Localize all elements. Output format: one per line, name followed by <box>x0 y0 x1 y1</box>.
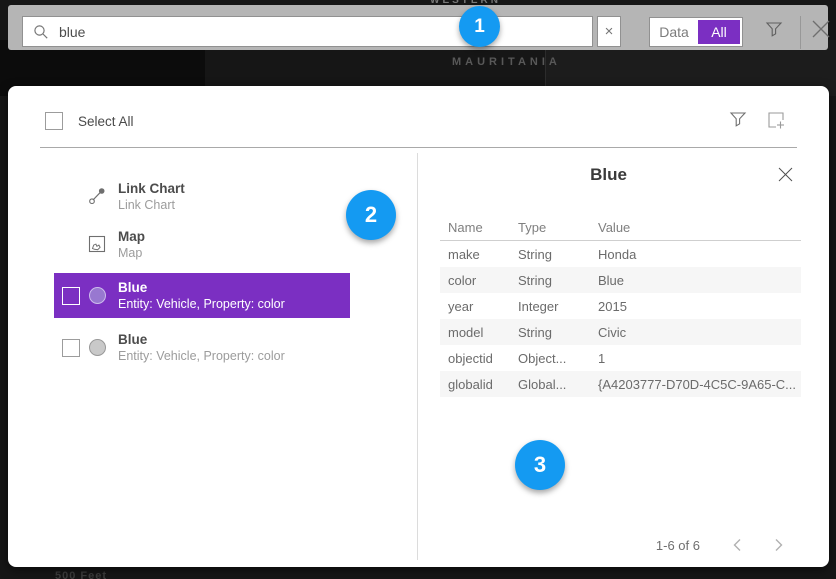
cell-value: Civic <box>598 325 801 340</box>
table-row: model String Civic <box>440 319 801 345</box>
search-toolbar: × Data All <box>8 5 828 50</box>
result-item-map[interactable]: Map Map <box>54 222 350 266</box>
result-item-blue-selected[interactable]: Blue Entity: Vehicle, Property: color <box>54 273 350 318</box>
toggle-option-all[interactable]: All <box>698 20 740 44</box>
chevron-right-icon[interactable] <box>770 537 786 553</box>
cell-value: 2015 <box>598 299 801 314</box>
result-subtitle: Link Chart <box>118 197 185 213</box>
cell-type: String <box>518 273 598 288</box>
result-item-link-chart[interactable]: Link Chart Link Chart <box>54 174 350 218</box>
table-row: globalid Global... {A4203777-D70D-4C5C-9… <box>440 371 801 397</box>
search-icon <box>33 24 49 40</box>
result-title: Blue <box>118 279 285 296</box>
screen: WESTERN MAURITANIA 500 Feet × Data All 1… <box>0 0 836 579</box>
entity-circle-icon <box>88 287 106 305</box>
toggle-option-data[interactable]: Data <box>650 24 698 40</box>
toolbar-divider <box>800 16 801 49</box>
result-checkbox[interactable] <box>62 339 80 357</box>
result-checkbox[interactable] <box>62 287 80 305</box>
detail-close-icon[interactable] <box>777 166 794 183</box>
column-value: Value <box>598 220 801 235</box>
map-scale-label: 500 Feet <box>55 570 107 579</box>
result-title: Map <box>118 228 145 245</box>
cell-type: Global... <box>518 377 598 392</box>
link-chart-icon <box>88 187 106 205</box>
cell-value: Honda <box>598 247 801 262</box>
column-name: Name <box>440 220 518 235</box>
add-selection-icon[interactable] <box>765 109 787 131</box>
table-row: year Integer 2015 <box>440 293 801 319</box>
map-label-mauritania: MAURITANIA <box>452 56 561 68</box>
callout-badge-1: 1 <box>459 6 500 47</box>
cell-value: Blue <box>598 273 801 288</box>
result-item-blue[interactable]: Blue Entity: Vehicle, Property: color <box>54 325 350 370</box>
cell-name: color <box>440 273 518 288</box>
cell-name: year <box>440 299 518 314</box>
cell-value: {A4203777-D70D-4C5C-9A65-C... <box>598 377 801 392</box>
data-all-toggle: Data All <box>649 17 743 47</box>
panel-filter-icon[interactable] <box>728 109 748 129</box>
pagination-label: 1-6 of 6 <box>656 538 700 553</box>
table-row: objectid Object... 1 <box>440 345 801 371</box>
header-divider <box>40 147 797 148</box>
search-clear-button[interactable]: × <box>597 16 621 47</box>
select-all-label: Select All <box>78 114 134 129</box>
cell-name: objectid <box>440 351 518 366</box>
results-panel: Select All Link Chart Link Chart Map <box>8 86 829 567</box>
map-icon <box>88 235 106 253</box>
result-subtitle: Entity: Vehicle, Property: color <box>118 348 285 364</box>
result-title: Blue <box>118 331 285 348</box>
panel-divider <box>417 153 418 560</box>
chevron-left-icon[interactable] <box>730 537 746 553</box>
close-icon[interactable] <box>809 17 833 41</box>
cell-type: Integer <box>518 299 598 314</box>
cell-name: globalid <box>440 377 518 392</box>
cell-name: model <box>440 325 518 340</box>
clear-icon: × <box>605 23 614 40</box>
table-row: make String Honda <box>440 241 801 267</box>
attribute-table: Name Type Value make String Honda color … <box>440 214 801 397</box>
detail-title: Blue <box>417 165 800 185</box>
cell-value: 1 <box>598 351 801 366</box>
cell-name: make <box>440 247 518 262</box>
filter-icon[interactable] <box>764 19 784 39</box>
result-title: Link Chart <box>118 180 185 197</box>
result-subtitle: Entity: Vehicle, Property: color <box>118 296 285 312</box>
result-subtitle: Map <box>118 245 145 261</box>
cell-type: String <box>518 325 598 340</box>
table-header: Name Type Value <box>440 214 801 241</box>
callout-badge-3: 3 <box>515 440 565 490</box>
select-all-checkbox[interactable] <box>45 112 63 130</box>
cell-type: Object... <box>518 351 598 366</box>
cell-type: String <box>518 247 598 262</box>
entity-circle-icon <box>88 339 106 357</box>
search-box[interactable] <box>22 16 593 47</box>
table-row: color String Blue <box>440 267 801 293</box>
callout-badge-2: 2 <box>346 190 396 240</box>
column-type: Type <box>518 220 598 235</box>
